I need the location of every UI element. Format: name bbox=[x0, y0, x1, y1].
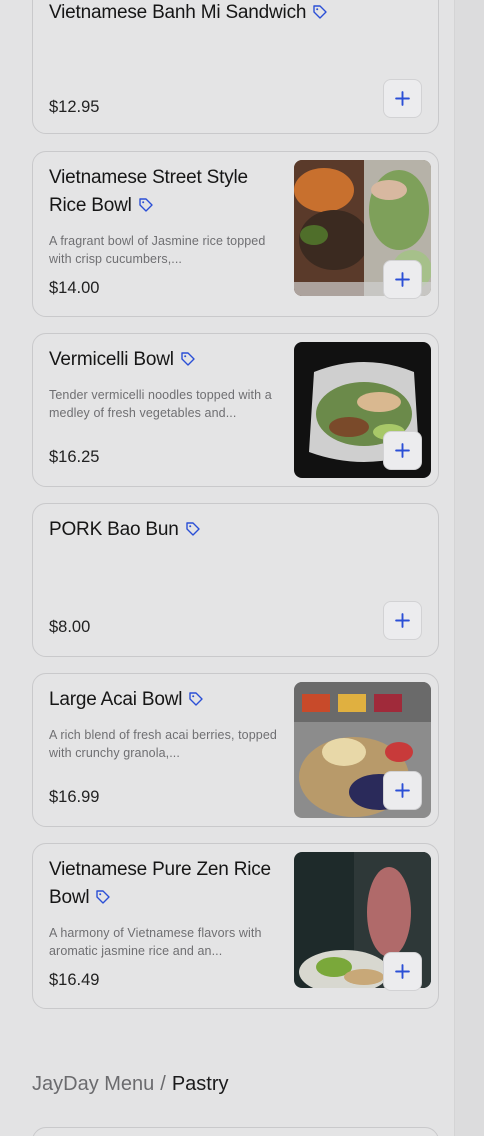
menu-item-card[interactable]: Vietnamese Pure Zen Rice Bowl A harmony … bbox=[32, 843, 439, 1009]
add-to-cart-button[interactable] bbox=[383, 771, 422, 810]
menu-item-card[interactable]: Vietnamese Banh Mi Sandwich $12.95 bbox=[32, 0, 439, 134]
menu-item-price: $16.25 bbox=[49, 448, 100, 466]
breadcrumb-current: Pastry bbox=[171, 1073, 229, 1095]
tag-icon bbox=[181, 352, 195, 366]
menu-item-description: Tender vermicelli noodles topped with a … bbox=[49, 388, 272, 420]
plus-icon bbox=[395, 783, 410, 798]
menu-page: Vietnamese Banh Mi Sandwich $12.95 Vietn… bbox=[0, 0, 484, 1136]
menu-item-price: $14.00 bbox=[49, 279, 100, 297]
menu-item-title: Vietnamese Banh Mi Sandwich bbox=[49, 0, 328, 27]
menu-item-title: Vietnamese Pure Zen Rice Bowl bbox=[49, 859, 271, 908]
plus-icon bbox=[395, 964, 410, 979]
tag-icon bbox=[313, 5, 327, 19]
menu-item-card[interactable]: Vermicelli Bowl Tender vermicelli noodle… bbox=[32, 333, 439, 487]
plus-icon bbox=[395, 443, 410, 458]
menu-item-title: Large Acai Bowl bbox=[49, 686, 204, 714]
add-to-cart-button[interactable] bbox=[383, 952, 422, 991]
menu-item-card[interactable]: PORK Bao Bun $8.00 bbox=[32, 503, 439, 657]
menu-item-description: A harmony of Vietnamese flavors with aro… bbox=[49, 926, 262, 958]
plus-icon bbox=[395, 613, 410, 628]
tag-icon bbox=[96, 890, 111, 904]
scrollbar-track[interactable] bbox=[454, 0, 484, 1136]
menu-item-price: $8.00 bbox=[49, 618, 91, 636]
breadcrumb-separator: / bbox=[160, 1073, 166, 1095]
add-to-cart-button[interactable] bbox=[383, 431, 422, 470]
plus-icon bbox=[395, 91, 410, 106]
menu-item-card[interactable] bbox=[32, 1127, 439, 1136]
breadcrumb: JayDay Menu / Pastry bbox=[32, 1070, 229, 1098]
menu-item-description: A rich blend of fresh acai berries, topp… bbox=[49, 728, 277, 760]
tag-icon bbox=[185, 522, 200, 536]
menu-item-price: $16.49 bbox=[49, 971, 100, 989]
add-to-cart-button[interactable] bbox=[383, 601, 422, 640]
menu-item-card[interactable]: Vietnamese Street Style Rice Bowl A frag… bbox=[32, 151, 439, 317]
menu-item-description: A fragrant bowl of Jasmine rice topped w… bbox=[49, 234, 266, 266]
breadcrumb-root-link[interactable]: JayDay Menu bbox=[32, 1073, 154, 1095]
plus-icon bbox=[395, 272, 410, 287]
add-to-cart-button[interactable] bbox=[383, 79, 422, 118]
tag-icon bbox=[189, 692, 203, 706]
menu-item-title: PORK Bao Bun bbox=[49, 516, 201, 544]
add-to-cart-button[interactable] bbox=[383, 260, 422, 299]
menu-item-price: $12.95 bbox=[49, 98, 100, 116]
menu-item-price: $16.99 bbox=[49, 788, 100, 806]
menu-item-title: Vermicelli Bowl bbox=[49, 346, 196, 374]
menu-item-title: Vietnamese Street Style Rice Bowl bbox=[49, 167, 248, 216]
tag-icon bbox=[138, 198, 153, 212]
menu-item-card[interactable]: Large Acai Bowl A rich blend of fresh ac… bbox=[32, 673, 439, 827]
